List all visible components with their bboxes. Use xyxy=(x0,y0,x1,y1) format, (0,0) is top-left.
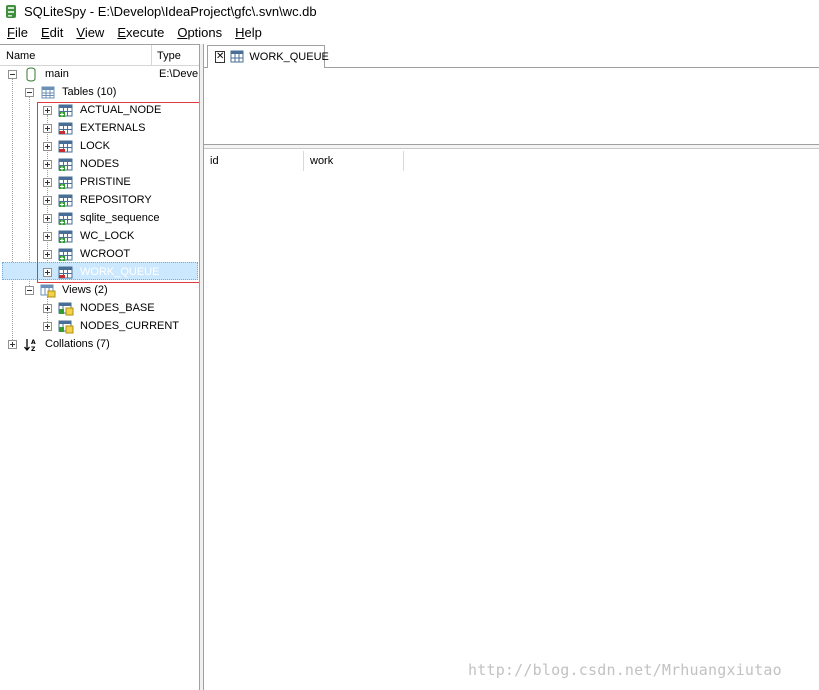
menu-execute[interactable]: Execute xyxy=(112,25,169,40)
expand-toggle[interactable] xyxy=(43,303,52,313)
tree-node-label: Collations (7) xyxy=(45,338,110,350)
view-icon xyxy=(58,319,74,334)
menu-help[interactable]: Help xyxy=(230,25,267,40)
views-folder-icon xyxy=(40,283,56,298)
menu-edit[interactable]: Edit xyxy=(36,25,68,40)
view-icon xyxy=(58,301,74,316)
tree-node-label: main xyxy=(45,68,69,80)
tree-header: Name Type xyxy=(0,45,199,66)
grid-column-label: id xyxy=(210,155,219,167)
expand-toggle[interactable] xyxy=(8,339,17,349)
tree-node-view[interactable]: NODES_BASE xyxy=(43,299,155,317)
column-header-separator[interactable] xyxy=(151,45,152,66)
menu-file[interactable]: File xyxy=(2,25,33,40)
grid-column-header-work[interactable]: work xyxy=(304,151,404,171)
svg-text:A: A xyxy=(31,339,36,346)
grid-column-header-id[interactable]: id xyxy=(204,151,304,171)
tab-strip: ✕ WORK_QUEUE xyxy=(204,44,819,68)
schema-tree-panel[interactable]: Name Type main E:\Deve Tables (10) ACTUA… xyxy=(0,44,200,690)
tree-node-view[interactable]: NODES_CURRENT xyxy=(43,317,179,335)
expand-toggle[interactable] xyxy=(43,321,52,331)
tab-label: WORK_QUEUE xyxy=(249,51,329,63)
svg-text:Z: Z xyxy=(31,346,36,352)
collapse-toggle[interactable] xyxy=(25,285,34,295)
close-icon[interactable]: ✕ xyxy=(215,51,226,63)
tree-node-views[interactable]: Views (2) xyxy=(25,281,108,299)
column-header-type[interactable]: Type xyxy=(157,50,181,62)
tree-node-label: Views (2) xyxy=(62,284,108,296)
watermark-text: http://blog.csdn.net/Mrhuangxiutao xyxy=(468,661,782,679)
sqlitespy-app-icon xyxy=(4,4,19,19)
collapse-toggle[interactable] xyxy=(25,87,34,97)
tree-connector xyxy=(29,97,30,288)
tree-node-main[interactable]: main xyxy=(8,65,69,83)
db-file-path: E:\Deve xyxy=(159,68,199,80)
collapse-toggle[interactable] xyxy=(8,69,17,79)
grid-column-label: work xyxy=(310,155,334,167)
tree-connector xyxy=(12,79,13,344)
column-header-name[interactable]: Name xyxy=(6,50,35,62)
tree-node-collations[interactable]: A Z Collations (7) xyxy=(8,335,110,353)
menu-bar: File Edit View Execute Options Help xyxy=(0,22,819,42)
title-bar: SQLiteSpy - E:\Develop\IdeaProject\gfc\.… xyxy=(0,0,819,22)
highlight-annotation-box xyxy=(37,102,199,283)
tree-node-label: Tables (10) xyxy=(62,86,117,98)
database-icon xyxy=(23,67,39,82)
menu-options[interactable]: Options xyxy=(172,25,227,40)
tab-work-queue[interactable]: ✕ WORK_QUEUE xyxy=(207,45,329,68)
tree-node-tables[interactable]: Tables (10) xyxy=(25,83,116,101)
menu-view[interactable]: View xyxy=(71,25,109,40)
window-title: SQLiteSpy - E:\Develop\IdeaProject\gfc\.… xyxy=(24,3,317,19)
tree-node-label: NODES_BASE xyxy=(80,302,155,314)
table-icon xyxy=(230,50,244,64)
sort-az-icon: A Z xyxy=(23,337,39,353)
tables-folder-icon xyxy=(40,85,56,100)
sql-editor[interactable] xyxy=(204,68,819,145)
tree-node-label: NODES_CURRENT xyxy=(80,320,180,332)
result-grid[interactable]: id work xyxy=(204,149,819,690)
